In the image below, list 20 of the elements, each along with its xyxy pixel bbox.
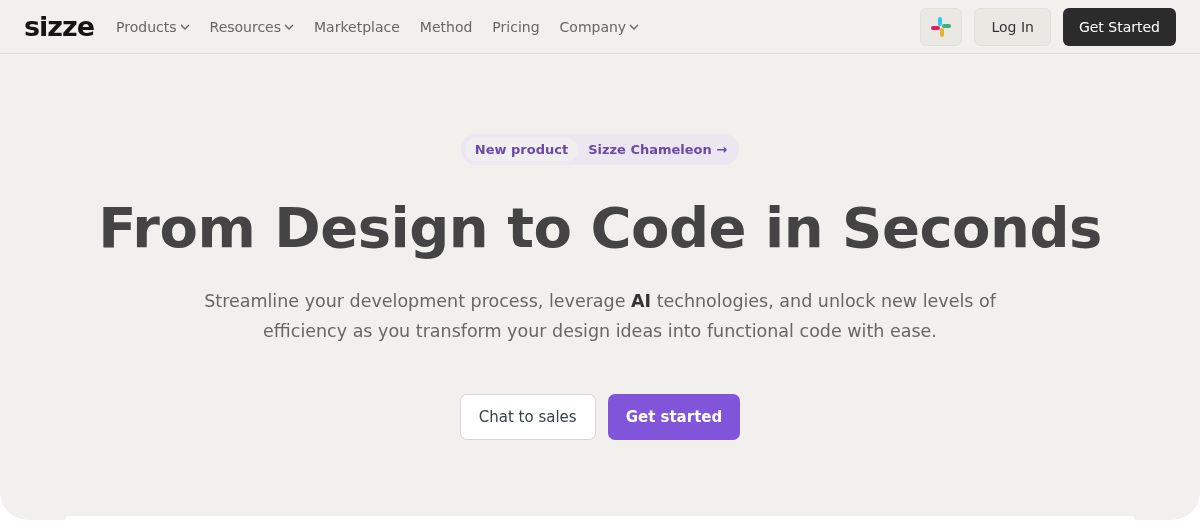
chat-to-sales-button[interactable]: Chat to sales: [459, 394, 596, 440]
get-started-button[interactable]: Get Started: [1062, 7, 1176, 46]
chevron-down-icon: [179, 23, 190, 30]
nav-link[interactable]: Company: [559, 18, 640, 35]
nav-link[interactable]: Marketplace: [314, 18, 400, 35]
hash-icon: [930, 15, 953, 38]
hero-title: From Design to Code in Seconds: [98, 195, 1102, 260]
nav-link[interactable]: Resources: [209, 18, 295, 35]
login-button[interactable]: Log In: [974, 7, 1051, 46]
new-product-badge: New product: [464, 138, 579, 161]
announcement-link[interactable]: Sizze Chameleon →: [588, 142, 728, 157]
get-started-button[interactable]: Get started: [607, 394, 741, 440]
logo[interactable]: sizze: [24, 11, 95, 42]
hash-icon-button[interactable]: [920, 7, 963, 46]
chevron-down-icon: [629, 23, 640, 30]
nav-link[interactable]: Pricing: [492, 18, 540, 35]
hero-subtitle: Streamline your development process, leverage AI technologies, and unlock new levels of efficiency as you transform your design ideas into functional code with ease.: [203, 290, 998, 343]
chevron-down-icon: [284, 23, 295, 30]
nav-link[interactable]: Products: [116, 18, 190, 35]
nav-link[interactable]: Method: [419, 18, 473, 35]
